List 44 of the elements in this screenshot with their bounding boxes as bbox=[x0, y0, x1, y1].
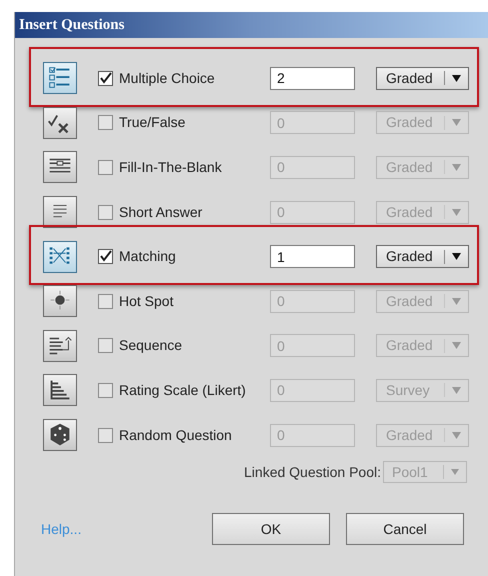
question-type-label: Hot Spot bbox=[119, 292, 174, 311]
question-type-label: Random Question bbox=[119, 426, 233, 445]
cancel-button[interactable]: Cancel bbox=[346, 513, 464, 546]
checkbox[interactable] bbox=[98, 160, 113, 175]
caret-icon bbox=[452, 298, 461, 305]
checkbox[interactable] bbox=[98, 115, 113, 130]
grading-dropdown[interactable]: Graded bbox=[376, 290, 469, 313]
checkbox[interactable] bbox=[98, 294, 113, 309]
checkbox[interactable] bbox=[98, 249, 113, 264]
count-field[interactable]: 1 bbox=[270, 245, 355, 268]
question-type-label: Fill-In-The-Blank bbox=[119, 158, 223, 177]
question-type-label: Matching bbox=[119, 247, 177, 266]
caret-icon bbox=[452, 164, 461, 171]
question-type-label: Sequence bbox=[119, 336, 184, 356]
checkbox[interactable] bbox=[98, 382, 113, 398]
caret-icon bbox=[451, 469, 459, 476]
caret-icon bbox=[452, 253, 461, 260]
checkbox[interactable] bbox=[98, 204, 113, 220]
grading-dropdown[interactable]: Graded bbox=[376, 66, 469, 90]
grading-dropdown[interactable]: Graded bbox=[376, 200, 469, 224]
help-link[interactable]: Help... bbox=[41, 518, 82, 540]
caret-icon bbox=[452, 208, 461, 216]
window-title: Insert Questions bbox=[19, 16, 124, 35]
grading-dropdown[interactable]: Graded bbox=[376, 156, 469, 179]
caret-icon bbox=[452, 432, 461, 439]
count-field[interactable]: 2 bbox=[270, 66, 355, 90]
grading-dropdown[interactable]: Graded bbox=[376, 424, 469, 447]
question-type-label: Multiple Choice bbox=[119, 68, 216, 88]
caret-icon bbox=[452, 386, 461, 394]
checkbox[interactable] bbox=[98, 338, 113, 354]
ok-button[interactable]: OK bbox=[212, 513, 330, 546]
caret-icon bbox=[452, 74, 461, 82]
grading-dropdown[interactable]: Graded bbox=[376, 111, 469, 134]
checkbox[interactable] bbox=[98, 428, 113, 443]
checkbox[interactable] bbox=[98, 70, 113, 86]
pool-label: Linked Question Pool: bbox=[244, 462, 381, 482]
question-type-label: Rating Scale (Likert) bbox=[119, 380, 247, 400]
grading-dropdown[interactable]: Survey bbox=[376, 378, 469, 402]
caret-icon bbox=[452, 119, 461, 126]
question-type-label: Short Answer bbox=[119, 202, 204, 222]
grading-dropdown[interactable]: Graded bbox=[376, 334, 469, 358]
grading-dropdown[interactable]: Graded bbox=[376, 245, 469, 268]
caret-icon bbox=[452, 342, 461, 350]
question-type-label: True/False bbox=[119, 113, 186, 132]
